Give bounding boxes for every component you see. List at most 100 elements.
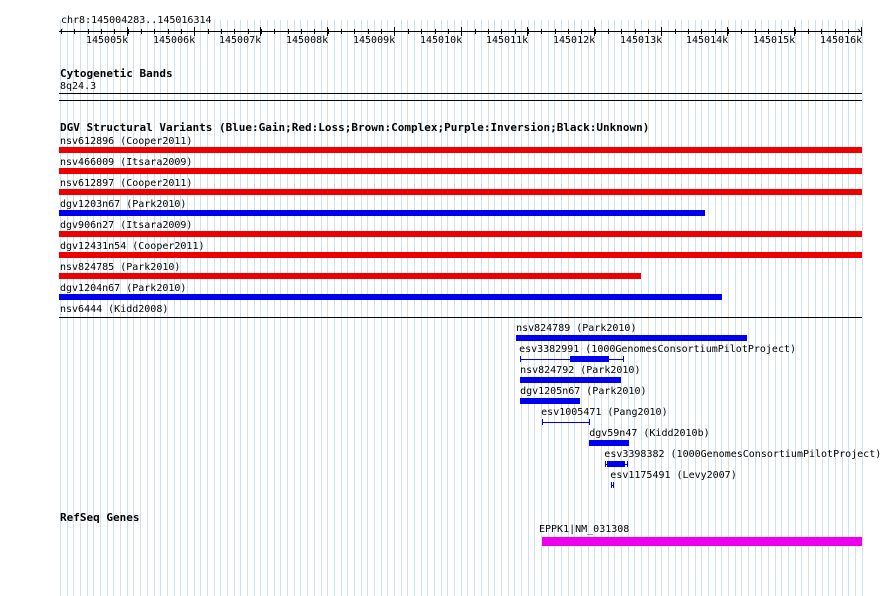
grid-line xyxy=(835,20,836,596)
grid-line xyxy=(541,20,542,596)
grid-line xyxy=(574,20,575,596)
dgv-feature-label[interactable]: nsv612896 (Cooper2011) xyxy=(60,136,192,147)
dgv-feature-bar[interactable] xyxy=(59,231,862,237)
refseq-gene-bar[interactable] xyxy=(542,537,862,546)
dgv-feature-label[interactable]: esv1175491 (Levy2007) xyxy=(610,470,736,481)
dgv-feature-label[interactable]: esv3398382 (1000GenomesConsortiumPilotPr… xyxy=(604,449,881,460)
grid-line xyxy=(207,20,208,596)
dgv-feature-bar[interactable] xyxy=(520,377,622,383)
ruler-tick-label: 145008k xyxy=(286,35,329,46)
dgv-feature-interval[interactable] xyxy=(542,422,590,423)
dgv-feature-bar[interactable] xyxy=(520,398,581,404)
dgv-feature-block[interactable] xyxy=(607,461,626,467)
dgv-feature-label[interactable]: nsv466009 (Itsara2009) xyxy=(60,157,192,168)
grid-line xyxy=(180,20,181,596)
ruler-minor-tick xyxy=(861,29,862,34)
cytoband-track-title[interactable]: Cytogenetic Bands xyxy=(60,68,173,79)
grid-line xyxy=(534,20,535,596)
refseq-gene-label[interactable]: EPPK1|NM_031308 xyxy=(539,524,629,535)
ruler-minor-tick xyxy=(435,29,436,34)
dgv-feature-label[interactable]: dgv1205n67 (Park2010) xyxy=(520,386,646,397)
dgv-feature-label[interactable]: dgv1203n67 (Park2010) xyxy=(60,199,186,210)
genome-browser-panel: chr8:145004283..145016314 ‹ › 145005k145… xyxy=(0,0,890,596)
dgv-feature-endcap xyxy=(627,461,629,467)
dgv-feature-label[interactable]: dgv906n27 (Itsara2009) xyxy=(60,220,192,231)
dgv-feature-block[interactable] xyxy=(570,356,610,362)
dgv-feature-label[interactable]: nsv612897 (Cooper2011) xyxy=(60,178,192,189)
dgv-feature-bar[interactable] xyxy=(59,210,706,216)
dgv-feature-bar[interactable] xyxy=(59,273,642,279)
grid-line xyxy=(795,20,796,596)
grid-line xyxy=(855,20,856,596)
dgv-feature-label[interactable]: nsv824789 (Park2010) xyxy=(516,323,636,334)
ruler-minor-tick xyxy=(741,29,742,34)
dgv-feature-endcap xyxy=(605,461,607,467)
ruler-minor-tick xyxy=(581,29,582,34)
dgv-feature-label[interactable]: dgv59n47 (Kidd2010b) xyxy=(589,428,709,439)
grid-line xyxy=(367,20,368,596)
ruler-minor-tick xyxy=(541,29,542,34)
ruler-minor-tick xyxy=(394,29,395,34)
dgv-track-title[interactable]: DGV Structural Variants (Blue:Gain;Red:L… xyxy=(60,122,649,133)
grid-line xyxy=(788,20,789,596)
grid-line xyxy=(761,20,762,596)
dgv-feature-bar[interactable] xyxy=(516,335,748,341)
grid-line xyxy=(260,20,261,596)
dgv-feature-bar[interactable] xyxy=(59,252,862,258)
ruler-minor-tick xyxy=(475,29,476,34)
dgv-feature-endcap xyxy=(520,356,522,362)
grid-line xyxy=(815,20,816,596)
grid-line xyxy=(801,20,802,596)
grid-line xyxy=(695,20,696,596)
grid-line xyxy=(287,20,288,596)
ruler-tick-label: 145016k xyxy=(820,35,863,46)
grid-line xyxy=(735,20,736,596)
ruler-tick-label: 145013k xyxy=(620,35,663,46)
grid-line xyxy=(614,20,615,596)
ruler-minor-tick xyxy=(795,29,796,34)
grid-line xyxy=(187,20,188,596)
grid-line xyxy=(655,20,656,596)
grid-line xyxy=(501,20,502,596)
ruler-minor-tick xyxy=(221,29,222,34)
dgv-feature-label[interactable]: nsv824785 (Park2010) xyxy=(60,262,180,273)
grid-line xyxy=(608,20,609,596)
grid-line xyxy=(554,20,555,596)
grid-line xyxy=(434,20,435,596)
grid-line xyxy=(628,20,629,596)
grid-line xyxy=(427,20,428,596)
grid-line xyxy=(748,20,749,596)
grid-line xyxy=(194,20,195,596)
dgv-feature-bar[interactable] xyxy=(59,294,723,300)
grid-line xyxy=(327,20,328,596)
dgv-feature-bar[interactable] xyxy=(59,168,862,174)
ruler-minor-tick xyxy=(168,29,169,34)
ruler-minor-tick xyxy=(648,29,649,34)
grid-line xyxy=(474,20,475,596)
dgv-feature-label[interactable]: nsv824792 (Park2010) xyxy=(520,365,640,376)
grid-line xyxy=(267,20,268,596)
grid-line xyxy=(447,20,448,596)
grid-line xyxy=(347,20,348,596)
ruler-minor-tick xyxy=(74,29,75,34)
dgv-feature-label[interactable]: esv3382991 (1000GenomesConsortiumPilotPr… xyxy=(519,344,796,355)
dgv-feature-label[interactable]: dgv1204n67 (Park2010) xyxy=(60,283,186,294)
ruler-minor-tick xyxy=(194,29,195,34)
ruler-minor-tick xyxy=(128,29,129,34)
dgv-feature-bar[interactable] xyxy=(589,440,630,446)
dgv-feature-bar[interactable] xyxy=(59,147,862,153)
ruler-minor-tick xyxy=(288,29,289,34)
dgv-feature-label[interactable]: nsv6444 (Kidd2008) xyxy=(60,304,168,315)
ruler-minor-tick xyxy=(768,29,769,34)
dgv-feature-bar[interactable] xyxy=(59,189,862,195)
grid-line xyxy=(661,20,662,596)
refseq-track-title[interactable]: RefSeq Genes xyxy=(60,512,139,523)
grid-line xyxy=(374,20,375,596)
grid-line xyxy=(862,20,863,596)
dgv-feature-label[interactable]: dgv12431n54 (Cooper2011) xyxy=(60,241,205,252)
cytoband-label: 8q24.3 xyxy=(60,81,97,92)
grid-line xyxy=(461,20,462,596)
dgv-feature-label[interactable]: esv1005471 (Pang2010) xyxy=(541,407,667,418)
grid-line xyxy=(681,20,682,596)
ruler-minor-tick xyxy=(154,29,155,34)
